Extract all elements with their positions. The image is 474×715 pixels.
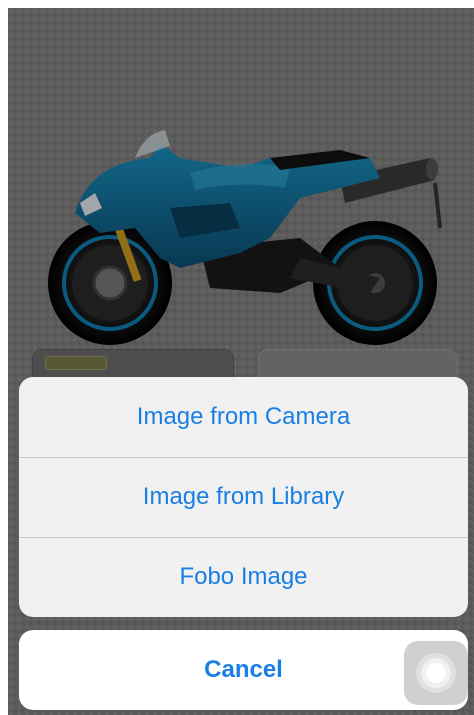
fobo-image-button[interactable]: Fobo Image bbox=[19, 537, 468, 617]
edge-strip-left bbox=[0, 0, 8, 715]
assistive-touch-button[interactable] bbox=[404, 641, 468, 705]
assistive-touch-center bbox=[426, 663, 446, 683]
image-from-library-button[interactable]: Image from Library bbox=[19, 457, 468, 537]
edge-strip-top bbox=[0, 0, 474, 8]
cancel-button[interactable]: Cancel bbox=[19, 630, 468, 710]
screen: Image from Camera Image from Library Fob… bbox=[0, 0, 474, 715]
action-sheet: Image from Camera Image from Library Fob… bbox=[19, 377, 468, 617]
image-from-camera-button[interactable]: Image from Camera bbox=[19, 377, 468, 457]
